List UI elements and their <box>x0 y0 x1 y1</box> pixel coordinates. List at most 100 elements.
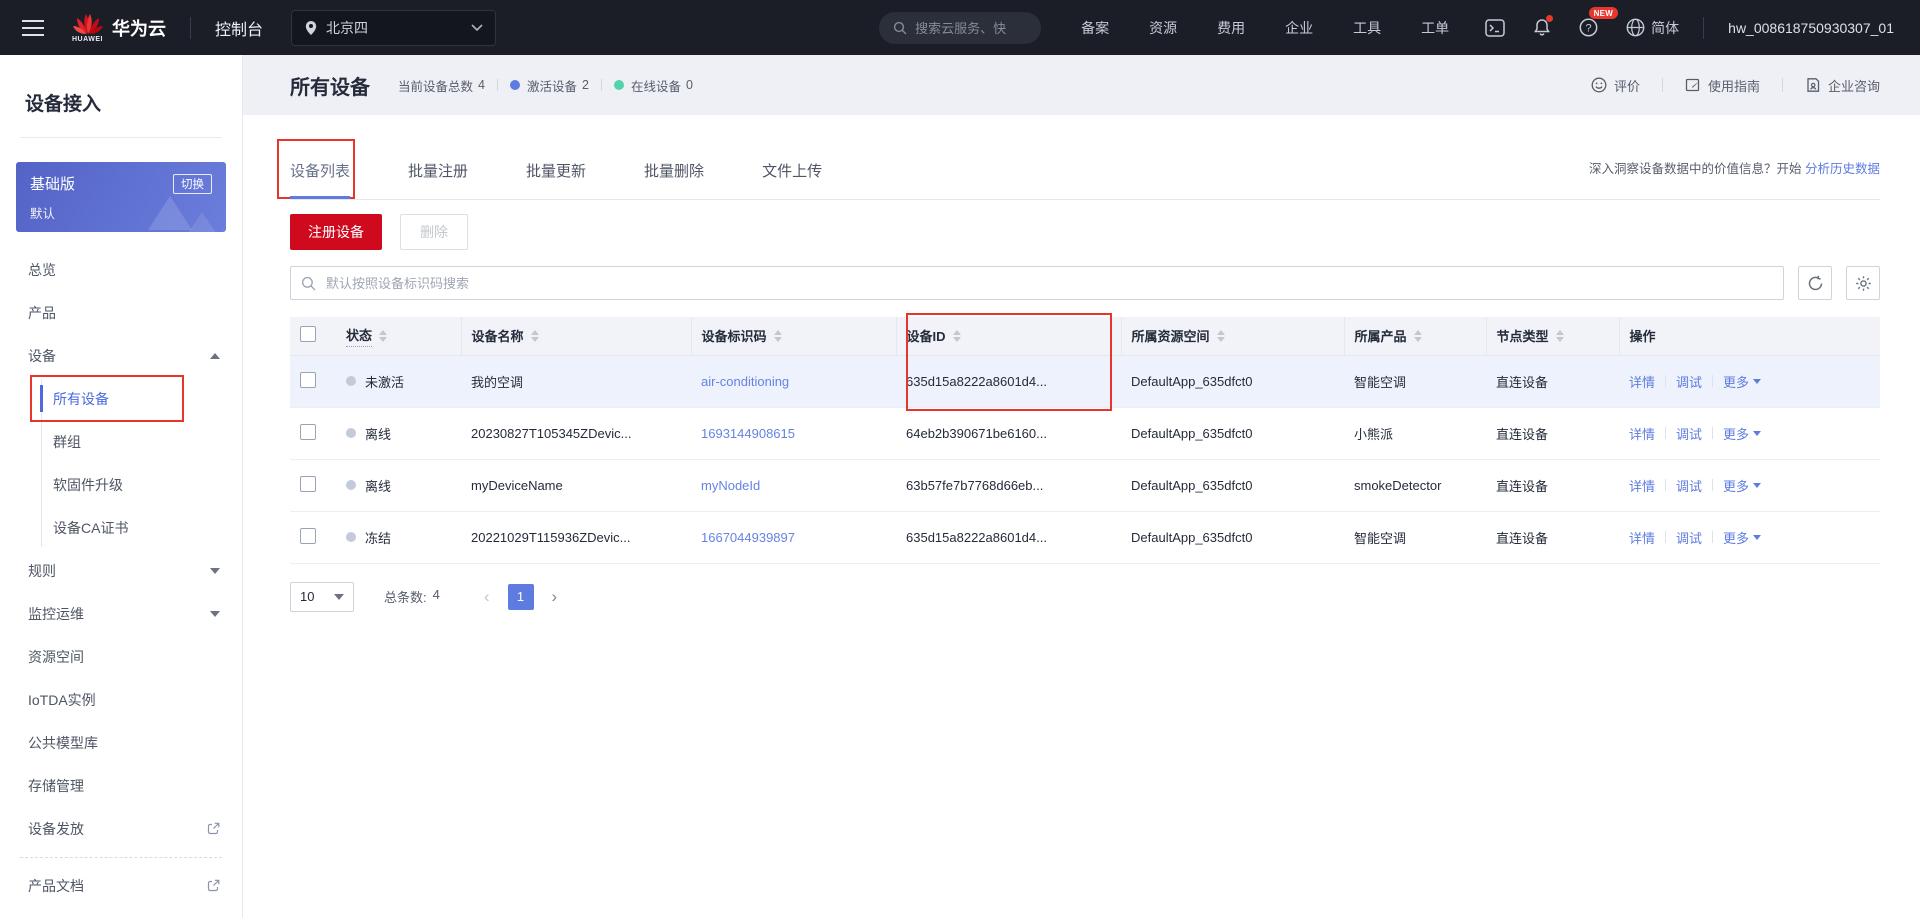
console-link[interactable]: 控制台 <box>215 16 263 40</box>
sidebar-item-api-explorer[interactable]: API检索和调试 <box>0 907 242 918</box>
huawei-cloud-logo[interactable]: HUAWEI 华为云 <box>72 13 166 43</box>
status-text: 离线 <box>365 478 392 494</box>
sidebar-item-storage-management[interactable]: 存储管理 <box>0 764 242 807</box>
more-menu[interactable]: 更多 <box>1723 528 1762 547</box>
refresh-icon <box>1807 275 1824 292</box>
detail-link[interactable]: 详情 <box>1629 424 1655 443</box>
device-search-box[interactable] <box>290 266 1784 300</box>
sidebar-item-device-provisioning[interactable]: 设备发放 <box>0 807 242 850</box>
row-checkbox[interactable] <box>300 423 316 440</box>
sort-icon[interactable] <box>379 329 388 342</box>
page-size-select[interactable]: 10 <box>290 581 354 612</box>
column-node-type[interactable]: 节点类型 <box>1485 317 1619 356</box>
help-icon[interactable]: ? NEW <box>1579 7 1619 37</box>
more-menu[interactable]: 更多 <box>1723 424 1762 443</box>
cli-terminal-icon[interactable] <box>1485 18 1505 37</box>
register-device-button[interactable]: 注册设备 <box>290 214 382 250</box>
sidebar-item-overview[interactable]: 总览 <box>0 248 242 291</box>
column-resource-space[interactable]: 所属资源空间 <box>1120 317 1344 356</box>
sort-icon[interactable] <box>1413 329 1422 342</box>
more-menu[interactable]: 更多 <box>1723 372 1762 391</box>
sidebar-item-products[interactable]: 产品 <box>0 291 242 334</box>
sidebar-item-resource-spaces[interactable]: 资源空间 <box>0 635 242 678</box>
nav-item-enterprise[interactable]: 企业 <box>1285 18 1313 38</box>
sidebar-item-devices[interactable]: 设备 <box>0 334 242 377</box>
detail-link[interactable]: 详情 <box>1629 372 1655 391</box>
notifications-bell-icon[interactable] <box>1533 15 1554 37</box>
sort-icon[interactable] <box>1216 329 1225 342</box>
row-checkbox[interactable] <box>300 371 316 388</box>
nav-item-tickets[interactable]: 工单 <box>1421 18 1449 38</box>
select-all-checkbox[interactable] <box>300 326 316 343</box>
sidebar-item-rules[interactable]: 规则 <box>0 549 242 592</box>
chevron-down-icon <box>210 567 220 574</box>
sidebar-item-all-devices[interactable]: 所有设备 <box>0 375 242 422</box>
tab-file-upload[interactable]: 文件上传 <box>762 160 822 199</box>
pagination: 10 总条数: 4 ‹ 1 › <box>290 581 1880 612</box>
debug-link[interactable]: 调试 <box>1676 528 1702 547</box>
nav-item-tools[interactable]: 工具 <box>1353 18 1381 38</box>
node-id-link[interactable]: 1693144908615 <box>701 426 795 441</box>
switch-edition-button[interactable]: 切换 <box>173 173 212 194</box>
sort-icon[interactable] <box>530 329 539 342</box>
debug-link[interactable]: 调试 <box>1676 424 1702 443</box>
refresh-button[interactable] <box>1798 266 1832 300</box>
node-id-link[interactable]: 1667044939897 <box>701 530 795 545</box>
debug-link[interactable]: 调试 <box>1676 372 1702 391</box>
sidebar-item-firmware-upgrade[interactable]: 软固件升级 <box>0 463 242 506</box>
nav-item-billing[interactable]: 费用 <box>1217 18 1245 38</box>
row-checkbox[interactable] <box>300 475 316 492</box>
enterprise-consult-button[interactable]: 企业咨询 <box>1805 76 1880 95</box>
sidebar-item-iotda-instances[interactable]: IoTDA实例 <box>0 678 242 721</box>
delete-button[interactable]: 删除 <box>400 214 468 250</box>
sort-icon[interactable] <box>1555 329 1564 342</box>
device-search-input[interactable] <box>324 274 1773 292</box>
page-header: 所有设备 当前设备总数 4 激活设备 2 在线设备 0 评价 使用指南 企业咨询 <box>243 55 1920 115</box>
region-selector[interactable]: 北京四 <box>291 9 497 46</box>
column-node-id[interactable]: 设备标识码 <box>690 317 896 356</box>
stat-activated-label: 激活设备 <box>526 79 577 94</box>
sort-icon[interactable] <box>773 329 782 342</box>
row-checkbox[interactable] <box>300 527 316 544</box>
column-product[interactable]: 所属产品 <box>1343 317 1486 356</box>
sidebar-item-groups[interactable]: 群组 <box>0 420 242 463</box>
hamburger-menu-icon[interactable] <box>22 19 44 36</box>
column-status[interactable]: 状态 <box>336 317 461 356</box>
status-text: 冻结 <box>365 530 392 546</box>
sidebar-item-device-ca-cert[interactable]: 设备CA证书 <box>0 506 242 549</box>
language-switcher[interactable]: 简体 <box>1626 18 1679 38</box>
prev-page-button[interactable]: ‹ <box>484 587 490 607</box>
next-page-button[interactable]: › <box>552 587 558 607</box>
sidebar-item-product-docs[interactable]: 产品文档 <box>0 864 242 907</box>
sort-icon[interactable] <box>952 329 961 342</box>
analyze-history-link[interactable]: 分析历史数据 <box>1805 162 1880 176</box>
detail-link[interactable]: 详情 <box>1629 476 1655 495</box>
nav-item-resources[interactable]: 资源 <box>1149 18 1177 38</box>
account-name[interactable]: hw_008618750930307_01 <box>1728 20 1894 36</box>
edition-card[interactable]: 基础版 切换 默认 <box>16 162 226 232</box>
nav-item-beian[interactable]: 备案 <box>1081 18 1109 38</box>
feedback-button[interactable]: 评价 <box>1591 76 1640 95</box>
stat-total-label: 当前设备总数 <box>398 79 474 94</box>
tab-device-list[interactable]: 设备列表 <box>277 139 356 199</box>
node-id-link[interactable]: air-conditioning <box>701 374 789 389</box>
location-pin-icon <box>304 20 318 36</box>
device-id: 635d15a8222a8601d4... <box>896 511 1121 564</box>
sidebar-item-monitoring[interactable]: 监控运维 <box>0 592 242 635</box>
tab-batch-update[interactable]: 批量更新 <box>526 160 586 199</box>
smiley-icon <box>1591 77 1607 93</box>
node-id-link[interactable]: myNodeId <box>701 478 760 493</box>
topbar-search[interactable]: 搜索云服务、快 <box>879 11 1042 44</box>
column-device-name[interactable]: 设备名称 <box>460 317 691 356</box>
user-guide-button[interactable]: 使用指南 <box>1685 76 1760 95</box>
page-number-current[interactable]: 1 <box>507 583 534 610</box>
column-device-id[interactable]: 设备ID <box>895 317 1121 356</box>
tab-batch-register[interactable]: 批量注册 <box>408 160 468 199</box>
tab-batch-delete[interactable]: 批量删除 <box>644 160 704 199</box>
sidebar-item-public-model-library[interactable]: 公共模型库 <box>0 721 242 764</box>
table-settings-button[interactable] <box>1846 266 1880 300</box>
more-menu[interactable]: 更多 <box>1723 476 1762 495</box>
debug-link[interactable]: 调试 <box>1676 476 1702 495</box>
detail-link[interactable]: 详情 <box>1629 528 1655 547</box>
edition-name: 基础版 <box>30 176 76 193</box>
